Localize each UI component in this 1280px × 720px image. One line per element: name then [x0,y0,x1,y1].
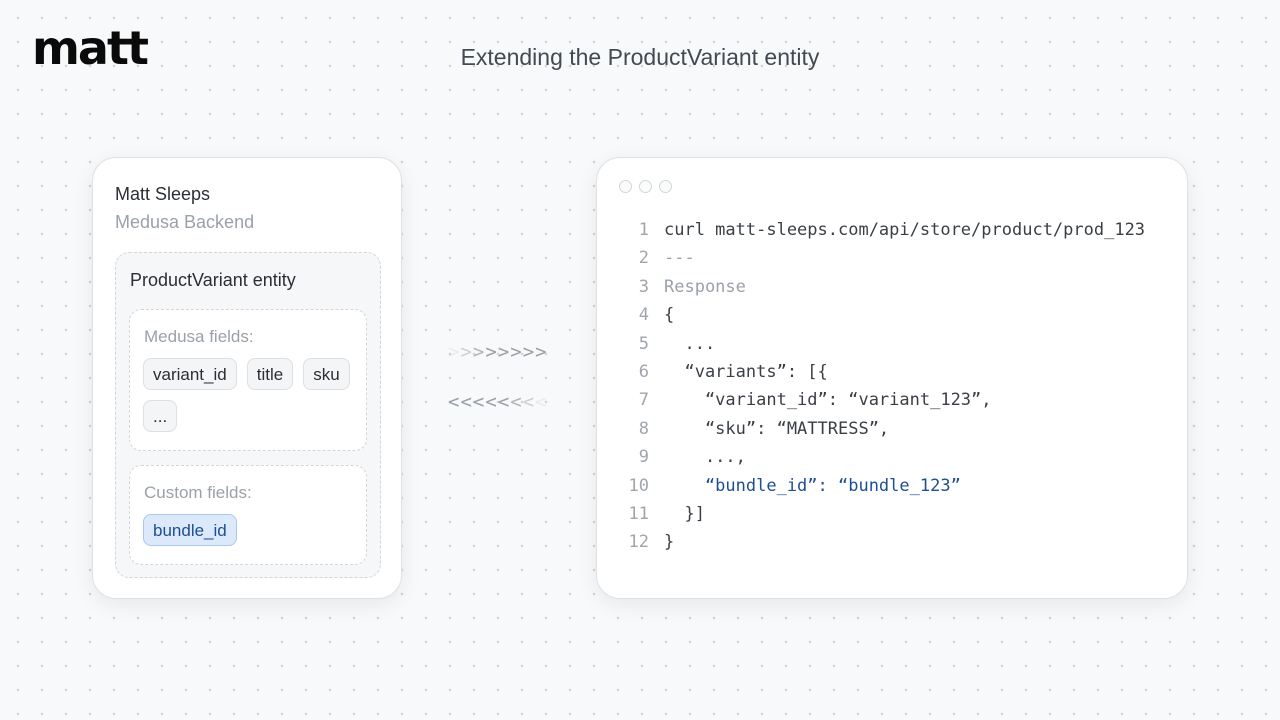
backend-subtitle: Medusa Backend [115,212,255,232]
line-number: 4 [638,305,649,326]
custom-fields-group: Custom fields: bundle_id [129,465,367,565]
code-text: ... [664,333,716,354]
field-chip: sku [303,358,350,390]
code-text: curl matt-sleeps.com/api/store/product/p… [664,220,1146,240]
line-number: 3 [638,276,649,297]
window-dot-icon [659,180,672,193]
page-title: Extending the ProductVariant entity [460,44,820,70]
code-text: --- [664,248,695,269]
window-controls [619,180,672,193]
field-chip: title [246,358,294,390]
window-dot-icon [639,180,652,193]
code-text: }] [664,503,705,524]
code-line: 7 “variant_id”: “variant_123”, [623,386,1145,414]
code-text: } [664,532,675,553]
medusa-fields-group: Medusa fields: variant_id title sku... [129,309,367,451]
code-text: “bundle_id”: “bundle_123” [664,475,961,496]
custom-fields-label: Custom fields: [144,483,252,502]
code-line: 12} [623,528,1145,556]
code-line: 11 }] [623,500,1145,528]
line-number: 11 [628,503,649,524]
code-line: 6 “variants”: [{ [623,358,1145,386]
code-line: 4{ [623,301,1145,329]
code-line: 5 ... [623,330,1145,358]
product-variant-entity-box: ProductVariant entity Medusa fields: var… [115,252,381,578]
code-text: “variant_id”: “variant_123”, [664,390,992,411]
medusa-backend-card: Matt Sleeps Medusa Backend ProductVarian… [92,157,402,599]
store-name: Matt Sleeps [115,184,211,204]
code-line: 9 ..., [623,443,1145,471]
code-line: 3 Response [623,273,1145,301]
code-block: 1 curl matt-sleeps.com/api/store/product/… [623,216,1146,557]
window-dot-icon [619,180,632,193]
code-text: Response [664,276,746,297]
code-window: 1 curl matt-sleeps.com/api/store/product/… [596,157,1188,599]
entity-title: ProductVariant entity [130,270,296,290]
line-number: 12 [628,532,649,553]
code-text: { [664,305,675,326]
code-text: “variants”: [{ [664,361,828,382]
line-number: 7 [638,390,649,411]
code-line: 8 “sku”: “MATTRESS”, [623,415,1145,443]
code-line: 2 --- [623,244,1145,272]
field-chip: ... [143,400,178,432]
request-arrow: >>>>>>>> [448,341,548,363]
response-arrow: <<<<<<<< [448,391,548,413]
line-number: 10 [628,475,649,496]
code-text: “sku”: “MATTRESS”, [664,418,890,439]
medusa-fields-label: Medusa fields: [144,327,254,346]
line-number: 6 [638,361,649,382]
code-line: 1 curl matt-sleeps.com/api/store/product/… [623,216,1145,244]
field-chip: bundle_id [143,514,237,546]
code-line: 10 “bundle_id”: “bundle_123” [623,472,1145,500]
code-text: ..., [664,447,746,468]
line-number: 1 [638,220,649,240]
medusa-fields-chips: variant_id title sku... [143,358,357,432]
line-number: 9 [638,447,649,468]
field-chip: variant_id [143,358,237,390]
custom-fields-chips: bundle_id [143,514,357,546]
line-number: 2 [638,248,649,269]
line-number: 5 [638,333,649,354]
line-number: 8 [638,418,649,439]
